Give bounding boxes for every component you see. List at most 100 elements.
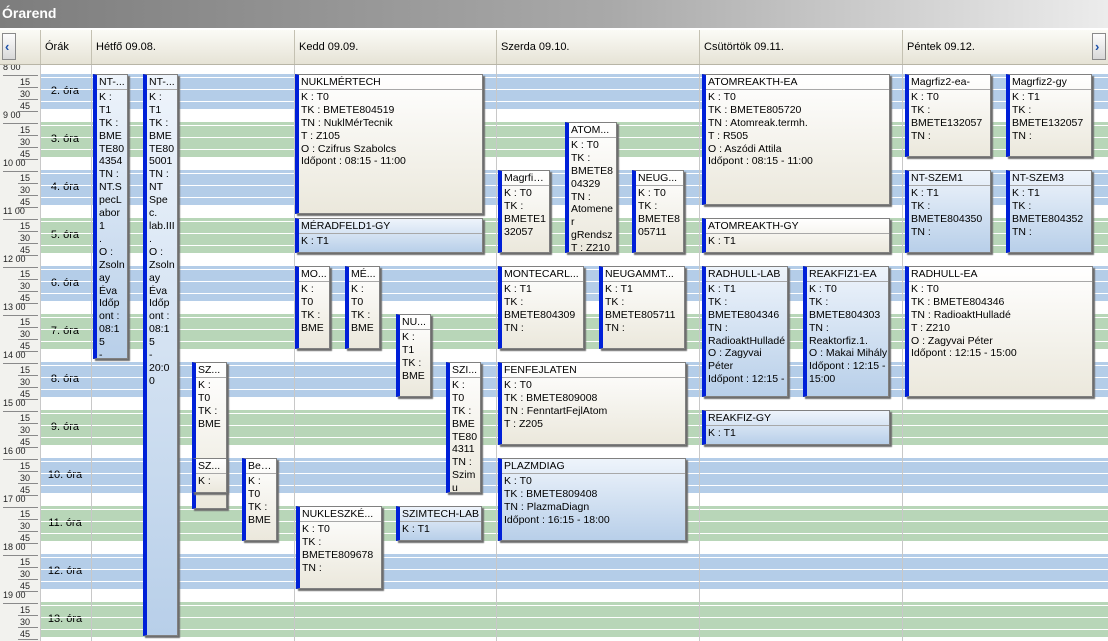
event-card[interactable]: Magrfiz... K : T0 TK : BMETE1 32057 <box>498 170 550 253</box>
time-label: 15 <box>20 413 31 423</box>
event-detail: BMETE809678 <box>302 548 374 561</box>
event-detail: TN : <box>911 225 931 238</box>
day-header-monday[interactable]: Hétfő 09.08. <box>91 30 294 64</box>
grid-line <box>40 569 1108 570</box>
event-card[interactable]: NU... K : T1 TK : BME <box>396 314 431 397</box>
event-card[interactable]: PLAZMDIAG K : T0 TK : BMETE809408 TN : Plaz… <box>498 458 686 541</box>
event-card[interactable]: Bev... K : T0 TK : BME <box>242 458 277 541</box>
event-title: NU... <box>400 316 430 330</box>
event-card[interactable]: MÉ... K : T0 TK : BME <box>345 266 380 349</box>
event-title: Magrfiz2-gy <box>1010 76 1091 90</box>
column-separator <box>496 65 497 641</box>
event-card[interactable]: NEUGAMMT... K : T1 TK : BMETE805711 TN : <box>599 266 685 349</box>
time-tick <box>3 555 38 556</box>
time-tick <box>3 411 38 412</box>
time-tick <box>18 183 38 184</box>
event-card[interactable]: NEUG... K : T0 TK : BMETE8 05711 <box>632 170 684 253</box>
time-label: 12 00 <box>3 254 26 264</box>
time-tick <box>18 435 38 436</box>
time-label: 45 <box>20 629 31 639</box>
event-detail: TK : <box>809 295 829 308</box>
event-detail: Időpont : 12:15 - <box>809 360 886 373</box>
event-card[interactable]: NT-SZEM3 K : T1 TK : BMETE804352 TN : <box>1006 170 1092 253</box>
event-card[interactable]: MONTECARL... K : T1 TK : BMETE804309 TN : <box>498 266 584 349</box>
event-card[interactable]: ATOM... K : T0 TK : BMETE8 04329 TN : Atomener… <box>565 122 617 253</box>
prev-week-button[interactable]: ‹ <box>2 33 16 60</box>
event-detail: TK : BMETE809408 <box>504 487 598 500</box>
time-label: 15 <box>20 173 31 183</box>
event-detail: K : <box>351 282 364 295</box>
period-label: 4. óra <box>50 181 80 193</box>
event-detail: 04329 <box>571 177 601 190</box>
event-detail: TK : <box>504 199 524 212</box>
grid-line <box>40 65 1108 66</box>
day-header-wednesday[interactable]: Szerda 09.10. <box>496 30 699 64</box>
time-label: 14 00 <box>3 350 26 360</box>
event-detail: TN : <box>809 321 829 334</box>
event-detail: Spec. <box>149 194 168 220</box>
time-label: 30 <box>20 137 31 147</box>
event-card[interactable]: NT-... K : T1 TK : BME TE80 4354 TN : NT.S pecL ab… <box>93 74 128 359</box>
event-title: FENFEJLATEN <box>502 364 685 378</box>
event-detail: K : T1 <box>301 234 329 247</box>
grid-line <box>40 581 1108 582</box>
event-title: REAKFIZ1-EA <box>807 268 888 282</box>
day-header-friday[interactable]: Péntek 09.12. <box>902 30 1090 64</box>
event-detail: K : T1 <box>1012 90 1040 103</box>
event-detail: TK : <box>638 199 658 212</box>
event-card[interactable]: NUKLESZKÉ... K : T0 TK : BMETE809678 TN : <box>296 506 382 589</box>
event-card[interactable]: REAKFIZ-GY K : T1 <box>702 410 890 445</box>
day-header-thursday[interactable]: Csütörtök 09.11. <box>699 30 902 64</box>
event-card[interactable]: Magrfiz2-gy K : T1 TK : BMETE132057 TN : <box>1006 74 1092 157</box>
column-separator <box>902 65 903 641</box>
time-tick <box>18 615 38 616</box>
event-detail: BME <box>248 513 271 526</box>
event-card[interactable]: MO... K : T0 TK : BME <box>295 266 330 349</box>
event-detail: K : T0 <box>809 282 837 295</box>
event-card[interactable]: SZI... K : T0 TK : BME TE80 4311 TN : Szimu <box>446 362 481 493</box>
time-tick <box>18 579 38 580</box>
event-card[interactable]: ATOMREAKTH-GY K : T1 <box>702 218 890 253</box>
event-detail: ont : <box>99 310 120 323</box>
event-card[interactable]: ATOMREAKTH-EA K : T0 TK : BMETE805720 TN : … <box>702 74 890 205</box>
event-detail: TN : Atomreak.termh. <box>708 116 808 129</box>
event-card[interactable]: REAKFIZ1-EA K : T0 TK : BMETE804303 TN : Reak… <box>803 266 889 397</box>
time-label: 15 00 <box>3 398 26 408</box>
event-detail: lab.III <box>149 219 175 232</box>
day-header-tuesday[interactable]: Kedd 09.09. <box>294 30 496 64</box>
hours-column-header: Órák <box>40 30 91 64</box>
event-card[interactable]: NT-SZEM1 K : T1 TK : BMETE804350 TN : <box>905 170 991 253</box>
event-card[interactable]: Magrfiz2-ea- K : T0 TK : BMETE132057 TN : <box>905 74 991 157</box>
event-detail: K : T0 <box>638 186 666 199</box>
event-detail: BMETE1 <box>504 212 547 225</box>
next-week-button[interactable]: › <box>1092 33 1106 60</box>
event-card[interactable]: NUKLMÉRTECH K : T0 TK : BMETE804519 TN : Nu… <box>295 74 483 214</box>
time-tick <box>18 87 38 88</box>
time-tick <box>3 219 38 220</box>
event-detail: TN : NuklMérTecnik <box>301 116 393 129</box>
event-card[interactable]: MÉRADFELD1-GY K : T1 <box>295 218 483 253</box>
event-detail: K : T1 <box>504 282 532 295</box>
event-card[interactable]: NT-... K : T1 TK : BME TE80 5001 TN : NT Spec. lab… <box>143 74 178 636</box>
event-detail: T : Z205 <box>504 417 543 430</box>
event-detail: K : <box>248 474 261 487</box>
event-detail: BMETE804303 <box>809 308 881 321</box>
period-label: 7. óra <box>50 325 80 337</box>
period-label: 12. óra <box>47 565 83 577</box>
event-title: ATOMREAKTH-GY <box>706 220 889 234</box>
time-label: 15 <box>20 317 31 327</box>
event-detail: O : <box>149 245 164 258</box>
event-detail: TK : BMETE809008 <box>504 391 598 404</box>
event-card[interactable]: FENFEJLATEN K : T0 TK : BMETE809008 TN : Fe… <box>498 362 686 445</box>
event-detail: . <box>99 232 102 245</box>
event-title: RADHULL-LAB <box>706 268 787 282</box>
event-card[interactable]: SZ... K : <box>192 458 227 493</box>
event-detail: K : <box>99 90 112 103</box>
event-card[interactable]: SZIMTECH-LAB K : T1 <box>396 506 482 541</box>
event-detail: K : T0 <box>504 474 532 487</box>
event-card[interactable]: RADHULL-LAB K : T1 TK : BMETE804346 TN : Radi… <box>702 266 788 397</box>
event-card[interactable]: RADHULL-EA K : T0 TK : BMETE804346 TN : Rad… <box>905 266 1093 397</box>
event-detail: BMETE804350 <box>911 212 983 225</box>
event-detail: Időpont : 12:15 - <box>708 373 785 386</box>
time-tick <box>18 243 38 244</box>
